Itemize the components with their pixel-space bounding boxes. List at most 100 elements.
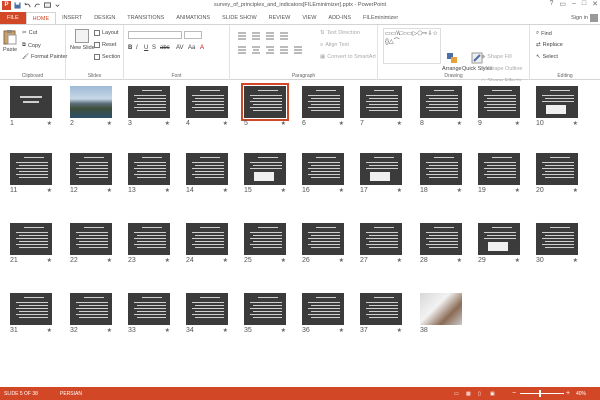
avatar[interactable] xyxy=(590,14,598,22)
slide-preview[interactable] xyxy=(70,293,112,325)
format-painter-button[interactable]: 🖌 Format Painter xyxy=(22,54,67,60)
animation-star-icon[interactable]: ★ xyxy=(47,327,52,334)
animation-star-icon[interactable]: ★ xyxy=(397,187,402,194)
animation-star-icon[interactable]: ★ xyxy=(47,120,52,127)
slide-preview[interactable] xyxy=(186,86,228,118)
slide-thumbnail[interactable]: 13 ★ xyxy=(128,153,170,196)
animation-star-icon[interactable]: ★ xyxy=(47,187,52,194)
slide-thumbnail[interactable]: 17 ★ xyxy=(360,153,402,196)
slide-thumbnail[interactable]: 7 ★ xyxy=(360,86,402,129)
slide-thumbnail[interactable]: 18 ★ xyxy=(420,153,462,196)
slide-thumbnail[interactable]: 2 ★ xyxy=(70,86,112,129)
slide-preview[interactable] xyxy=(128,223,170,255)
slide-thumbnail[interactable]: 9 ★ xyxy=(478,86,520,129)
slide-preview[interactable] xyxy=(70,86,112,118)
slide-sorter-view-icon[interactable]: ▦ xyxy=(466,391,471,397)
slide-thumbnail[interactable]: 1 ★ xyxy=(10,86,52,129)
slide-preview[interactable] xyxy=(186,293,228,325)
animation-star-icon[interactable]: ★ xyxy=(223,327,228,334)
animation-star-icon[interactable]: ★ xyxy=(281,257,286,264)
animation-star-icon[interactable]: ★ xyxy=(515,120,520,127)
animation-star-icon[interactable]: ★ xyxy=(457,257,462,264)
slide-thumbnail[interactable]: 6 ★ xyxy=(302,86,344,129)
slide-preview[interactable] xyxy=(244,153,286,185)
animation-star-icon[interactable]: ★ xyxy=(107,327,112,334)
slide-thumbnail[interactable]: 35 ★ xyxy=(244,293,286,336)
slide-thumbnail[interactable]: 19 ★ xyxy=(478,153,520,196)
slide-thumbnail[interactable]: 15 ★ xyxy=(244,153,286,196)
ribbon-display-options-button[interactable]: ▭ xyxy=(559,0,566,8)
slide-preview[interactable] xyxy=(10,223,52,255)
character-spacing-button[interactable]: AV xyxy=(176,45,184,51)
animation-star-icon[interactable]: ★ xyxy=(281,120,286,127)
slide-preview[interactable] xyxy=(10,86,52,118)
slide-thumbnail[interactable]: 34 ★ xyxy=(186,293,228,336)
slide-thumbnail[interactable]: 38 xyxy=(420,293,462,336)
slide-preview[interactable] xyxy=(420,223,462,255)
slide-thumbnail[interactable]: 31 ★ xyxy=(10,293,52,336)
shape-fill-button[interactable]: ◆ Shape Fill xyxy=(481,54,512,60)
slide-thumbnail[interactable]: 33 ★ xyxy=(128,293,170,336)
zoom-slider[interactable] xyxy=(520,393,564,394)
maximize-button[interactable]: □ xyxy=(582,0,586,8)
slide-preview[interactable] xyxy=(360,223,402,255)
zoom-level[interactable]: 40% xyxy=(576,391,586,397)
slide-preview[interactable] xyxy=(128,153,170,185)
slide-thumbnail[interactable]: 16 ★ xyxy=(302,153,344,196)
slide-preview[interactable] xyxy=(478,223,520,255)
animation-star-icon[interactable]: ★ xyxy=(223,187,228,194)
minimize-button[interactable]: – xyxy=(572,0,576,8)
animation-star-icon[interactable]: ★ xyxy=(339,187,344,194)
animation-star-icon[interactable]: ★ xyxy=(107,187,112,194)
slide-thumbnail[interactable]: 4 ★ xyxy=(186,86,228,129)
strikethrough-button[interactable]: abc xyxy=(160,45,170,51)
new-slide-button[interactable]: New Slide xyxy=(70,29,95,51)
animation-star-icon[interactable]: ★ xyxy=(457,187,462,194)
slide-preview[interactable] xyxy=(244,293,286,325)
animation-star-icon[interactable]: ★ xyxy=(339,327,344,334)
slideshow-view-icon[interactable]: ▣ xyxy=(490,391,495,397)
animation-star-icon[interactable]: ★ xyxy=(573,120,578,127)
slide-thumbnail[interactable]: 20 ★ xyxy=(536,153,578,196)
tab-design[interactable]: DESIGN xyxy=(88,12,121,24)
slide-preview[interactable] xyxy=(302,293,344,325)
tab-review[interactable]: REVIEW xyxy=(263,12,297,24)
slide-preview[interactable] xyxy=(128,86,170,118)
sign-in-link[interactable]: Sign in xyxy=(571,15,588,21)
slide-thumbnail[interactable]: 36 ★ xyxy=(302,293,344,336)
animation-star-icon[interactable]: ★ xyxy=(107,257,112,264)
animation-star-icon[interactable]: ★ xyxy=(165,327,170,334)
font-size-dropdown[interactable] xyxy=(184,31,202,39)
animation-star-icon[interactable]: ★ xyxy=(515,187,520,194)
slide-thumbnail[interactable]: 28 ★ xyxy=(420,223,462,266)
animation-star-icon[interactable]: ★ xyxy=(457,120,462,127)
language-indicator[interactable]: PERSIAN xyxy=(60,391,82,397)
zoom-in-button[interactable]: + xyxy=(566,390,570,397)
animation-star-icon[interactable]: ★ xyxy=(515,257,520,264)
slide-preview[interactable] xyxy=(420,153,462,185)
animation-star-icon[interactable]: ★ xyxy=(47,257,52,264)
animation-star-icon[interactable]: ★ xyxy=(281,187,286,194)
slide-preview[interactable] xyxy=(244,223,286,255)
slide-preview[interactable] xyxy=(10,293,52,325)
slide-thumbnail[interactable]: 14 ★ xyxy=(186,153,228,196)
animation-star-icon[interactable]: ★ xyxy=(165,257,170,264)
slide-preview[interactable] xyxy=(128,293,170,325)
tab-add-ins[interactable]: ADD-INS xyxy=(322,12,357,24)
tab-fileminimizer[interactable]: FILEminimizer xyxy=(357,12,404,24)
zoom-out-button[interactable]: − xyxy=(512,390,516,397)
select-button[interactable]: ↖ Select xyxy=(536,54,558,60)
tab-transitions[interactable]: TRANSITIONS xyxy=(121,12,170,24)
slide-preview[interactable] xyxy=(186,153,228,185)
slide-thumbnail[interactable]: 10 ★ xyxy=(536,86,578,129)
shapes-gallery[interactable]: ▭▭\\□○▭▷⬠⇨⇩☆{}△⌒ xyxy=(383,28,441,64)
slide-preview[interactable] xyxy=(186,223,228,255)
section-button[interactable]: Section xyxy=(94,54,120,60)
slide-thumbnail[interactable]: 30 ★ xyxy=(536,223,578,266)
slide-thumbnail[interactable]: 12 ★ xyxy=(70,153,112,196)
font-name-dropdown[interactable] xyxy=(128,31,182,39)
slide-preview[interactable] xyxy=(420,293,462,325)
slide-preview[interactable] xyxy=(536,223,578,255)
reset-button[interactable]: Reset xyxy=(94,42,116,48)
tab-animations[interactable]: ANIMATIONS xyxy=(170,12,216,24)
